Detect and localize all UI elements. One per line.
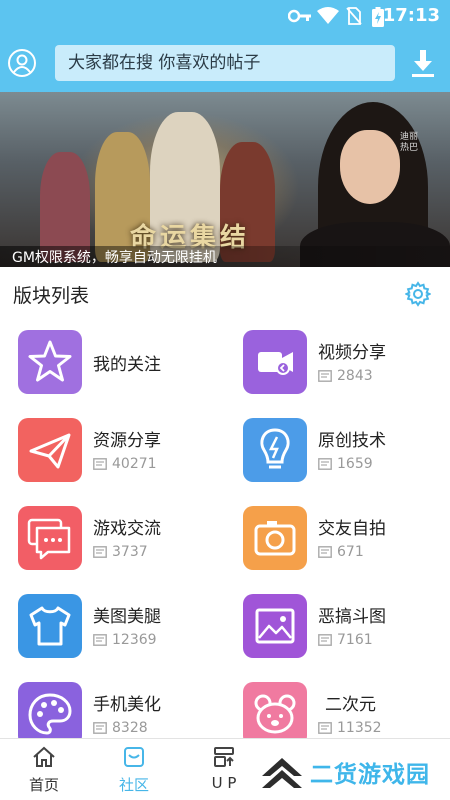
watermark-text: 二货游戏园 xyxy=(310,762,430,788)
tab-home[interactable]: 首页 xyxy=(14,739,74,800)
forum-tile xyxy=(18,330,82,394)
tab-label: 首页 xyxy=(28,776,59,794)
banner-person-face xyxy=(340,130,400,204)
forum-post-count: 40271 xyxy=(93,456,157,472)
gear-icon[interactable] xyxy=(405,281,431,307)
forum-post-count: 671 xyxy=(318,544,364,560)
comment-icon xyxy=(93,634,107,646)
forum-name: 交友自拍 xyxy=(318,519,386,539)
forum-tile xyxy=(243,594,307,658)
forum-count-value: 2843 xyxy=(337,368,373,384)
wifi-icon xyxy=(317,7,339,24)
palette-icon xyxy=(28,693,72,735)
section-title: 版块列表 xyxy=(13,285,90,307)
chat-bubbles-icon xyxy=(27,518,71,560)
forum-count-value: 40271 xyxy=(112,456,157,472)
comment-icon xyxy=(93,458,107,470)
forum-item-selfies[interactable]: 交友自拍 671 xyxy=(243,506,450,572)
forum-item-video[interactable]: 视频分享 2843 xyxy=(243,330,450,396)
home-icon xyxy=(33,746,55,767)
forum-name: 原创技术 xyxy=(318,431,386,451)
forum-count-value: 7161 xyxy=(337,632,373,648)
banner-caption: GM权限系统，畅享自动无限挂机 xyxy=(12,250,217,266)
paper-plane-icon xyxy=(29,433,71,469)
tshirt-icon xyxy=(29,606,71,646)
video-camera-icon xyxy=(258,352,293,375)
upload-icon xyxy=(214,747,234,767)
comment-icon xyxy=(93,722,107,734)
picture-icon xyxy=(255,608,295,644)
forum-post-count: 3737 xyxy=(93,544,148,560)
forum-tile xyxy=(243,330,307,394)
tab-up[interactable]: U P xyxy=(194,739,254,800)
forum-name: 视频分享 xyxy=(318,343,386,363)
forum-name: 我的关注 xyxy=(93,355,161,375)
key-icon xyxy=(288,9,311,23)
no-sim-icon xyxy=(346,7,362,25)
forum-count-value: 671 xyxy=(337,544,364,560)
forum-post-count: 7161 xyxy=(318,632,373,648)
forum-count-value: 11352 xyxy=(337,720,382,736)
forum-count-value: 12369 xyxy=(112,632,157,648)
forum-count-value: 3737 xyxy=(112,544,148,560)
bear-face-icon xyxy=(254,694,296,734)
forum-tile xyxy=(243,418,307,482)
forum-name: 游戏交流 xyxy=(93,519,161,539)
forum-name: 二次元 xyxy=(325,695,376,715)
user-avatar-button[interactable] xyxy=(8,49,36,77)
forum-tile xyxy=(18,418,82,482)
comment-icon xyxy=(318,458,332,470)
forum-post-count: 8328 xyxy=(93,720,148,736)
tab-label: U P xyxy=(211,774,237,792)
app-screen: 17:13 大家都在搜 你喜欢的帖子 命运集结 迪丽热巴 GM权限系统，畅享自动… xyxy=(0,0,450,800)
comment-icon xyxy=(318,546,332,558)
forum-name: 资源分享 xyxy=(93,431,161,451)
header: 大家都在搜 你喜欢的帖子 xyxy=(0,40,450,88)
comment-icon xyxy=(318,634,332,646)
forum-item-game-chat[interactable]: 游戏交流 3737 xyxy=(18,506,228,572)
comment-icon xyxy=(93,546,107,558)
camera-icon xyxy=(254,521,296,556)
comment-icon xyxy=(318,370,332,382)
watermark-logo-icon xyxy=(262,758,302,788)
banner-side-text: 迪丽热巴 xyxy=(400,132,419,153)
download-icon[interactable] xyxy=(410,50,436,78)
forum-tile xyxy=(18,506,82,570)
forum-item-original-tech[interactable]: 原创技术 1659 xyxy=(243,418,450,484)
forum-item-beauty-pics[interactable]: 美图美腿 12369 xyxy=(18,594,228,660)
forum-post-count: 11352 xyxy=(318,720,382,736)
forum-name: 手机美化 xyxy=(93,695,161,715)
search-bar[interactable]: 大家都在搜 你喜欢的帖子 xyxy=(55,45,395,81)
tab-label: 社区 xyxy=(118,776,149,794)
forum-tile xyxy=(243,506,307,570)
forum-count-value: 8328 xyxy=(112,720,148,736)
promo-banner[interactable]: 命运集结 迪丽热巴 xyxy=(0,92,450,267)
forum-tile xyxy=(18,682,82,746)
comment-icon xyxy=(318,722,332,734)
forum-count-value: 1659 xyxy=(337,456,373,472)
forum-tile xyxy=(243,682,307,746)
forum-post-count: 12369 xyxy=(93,632,157,648)
status-bar: 17:13 xyxy=(0,0,450,32)
lightbulb-icon xyxy=(260,428,290,469)
forum-name: 美图美腿 xyxy=(93,607,161,627)
forum-post-count: 2843 xyxy=(318,368,373,384)
top-bar: 17:13 大家都在搜 你喜欢的帖子 xyxy=(0,0,450,92)
banner-caption-bar: GM权限系统，畅享自动无限挂机 xyxy=(0,246,450,267)
user-icon xyxy=(13,54,31,73)
community-icon xyxy=(124,747,144,767)
forum-item-funny-memes[interactable]: 恶搞斗图 7161 xyxy=(243,594,450,660)
star-icon xyxy=(28,340,72,382)
forum-post-count: 1659 xyxy=(318,456,373,472)
forum-item-resources[interactable]: 资源分享 40271 xyxy=(18,418,228,484)
forum-tile xyxy=(18,594,82,658)
clock: 17:13 xyxy=(382,5,440,26)
forum-item-my-follows[interactable]: 我的关注 xyxy=(18,330,228,396)
forum-name: 恶搞斗图 xyxy=(318,607,386,627)
tab-community[interactable]: 社区 xyxy=(104,739,164,800)
site-watermark: 二货游戏园 xyxy=(258,752,448,794)
